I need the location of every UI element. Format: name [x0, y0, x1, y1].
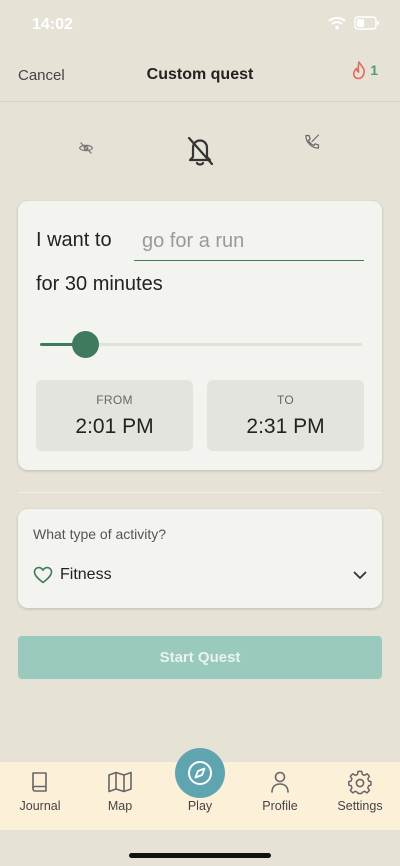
tab-play[interactable]: [175, 748, 225, 798]
cancel-button[interactable]: Cancel: [18, 67, 65, 84]
activity-type-card: What type of activity? Fitness: [18, 509, 382, 608]
gear-icon: [348, 770, 372, 795]
book-icon: [32, 772, 47, 792]
eye-off-icon: [78, 142, 94, 154]
status-bar: 14:02: [0, 0, 400, 50]
nav-bar: Cancel Custom quest 1: [0, 50, 400, 102]
tab-profile[interactable]: Profile: [240, 762, 320, 830]
activity-prompt: What type of activity?: [33, 526, 167, 542]
heart-icon: [33, 566, 53, 584]
from-time: 2:01 PM: [75, 415, 154, 438]
compass-icon: [188, 761, 212, 785]
battery-icon: [354, 16, 379, 30]
tab-label: Map: [107, 799, 133, 813]
phone-off-icon: [305, 134, 320, 149]
bell-off-toggle[interactable]: [182, 132, 218, 170]
duration-text: for 30 minutes: [36, 273, 163, 295]
tab-label: Play: [187, 799, 213, 813]
status-time: 14:02: [32, 16, 73, 33]
bell-off-icon: [187, 136, 214, 166]
to-time-box[interactable]: TO 2:31 PM: [207, 380, 364, 451]
activity-select[interactable]: Fitness: [33, 563, 367, 589]
from-time-box[interactable]: FROM 2:01 PM: [36, 380, 193, 451]
slider-thumb[interactable]: [71, 331, 99, 358]
status-icons: [328, 16, 380, 30]
home-indicator: [129, 853, 271, 858]
divider: [18, 492, 382, 493]
activity-value: Fitness: [60, 566, 112, 583]
quest-card: I want to for 30 minutes FROM 2:01 PM TO…: [18, 201, 382, 470]
phone-off-toggle[interactable]: [300, 130, 324, 154]
tab-settings[interactable]: Settings: [320, 762, 400, 830]
tab-map[interactable]: Map: [80, 762, 160, 830]
map-icon: [108, 771, 132, 793]
tab-label: Journal: [19, 799, 61, 813]
flame-icon: [353, 61, 366, 80]
want-label: I want to: [36, 229, 112, 251]
tab-label: Profile: [262, 799, 298, 813]
tab-journal[interactable]: Journal: [0, 762, 80, 830]
eye-off-toggle[interactable]: [74, 136, 98, 160]
to-time: 2:31 PM: [246, 415, 325, 438]
chevron-down-icon: [353, 571, 367, 579]
from-label: FROM: [96, 393, 133, 407]
to-label: TO: [276, 393, 295, 407]
start-quest-button[interactable]: Start Quest: [18, 636, 382, 679]
tab-label: Settings: [337, 799, 383, 813]
streak-count: 1: [370, 62, 378, 78]
duration-slider[interactable]: [40, 331, 362, 359]
streak-badge[interactable]: 1: [350, 60, 378, 80]
person-icon: [271, 771, 289, 793]
activity-input[interactable]: [134, 223, 364, 261]
focus-mode-bar: [0, 128, 400, 174]
wifi-icon: [328, 17, 346, 30]
